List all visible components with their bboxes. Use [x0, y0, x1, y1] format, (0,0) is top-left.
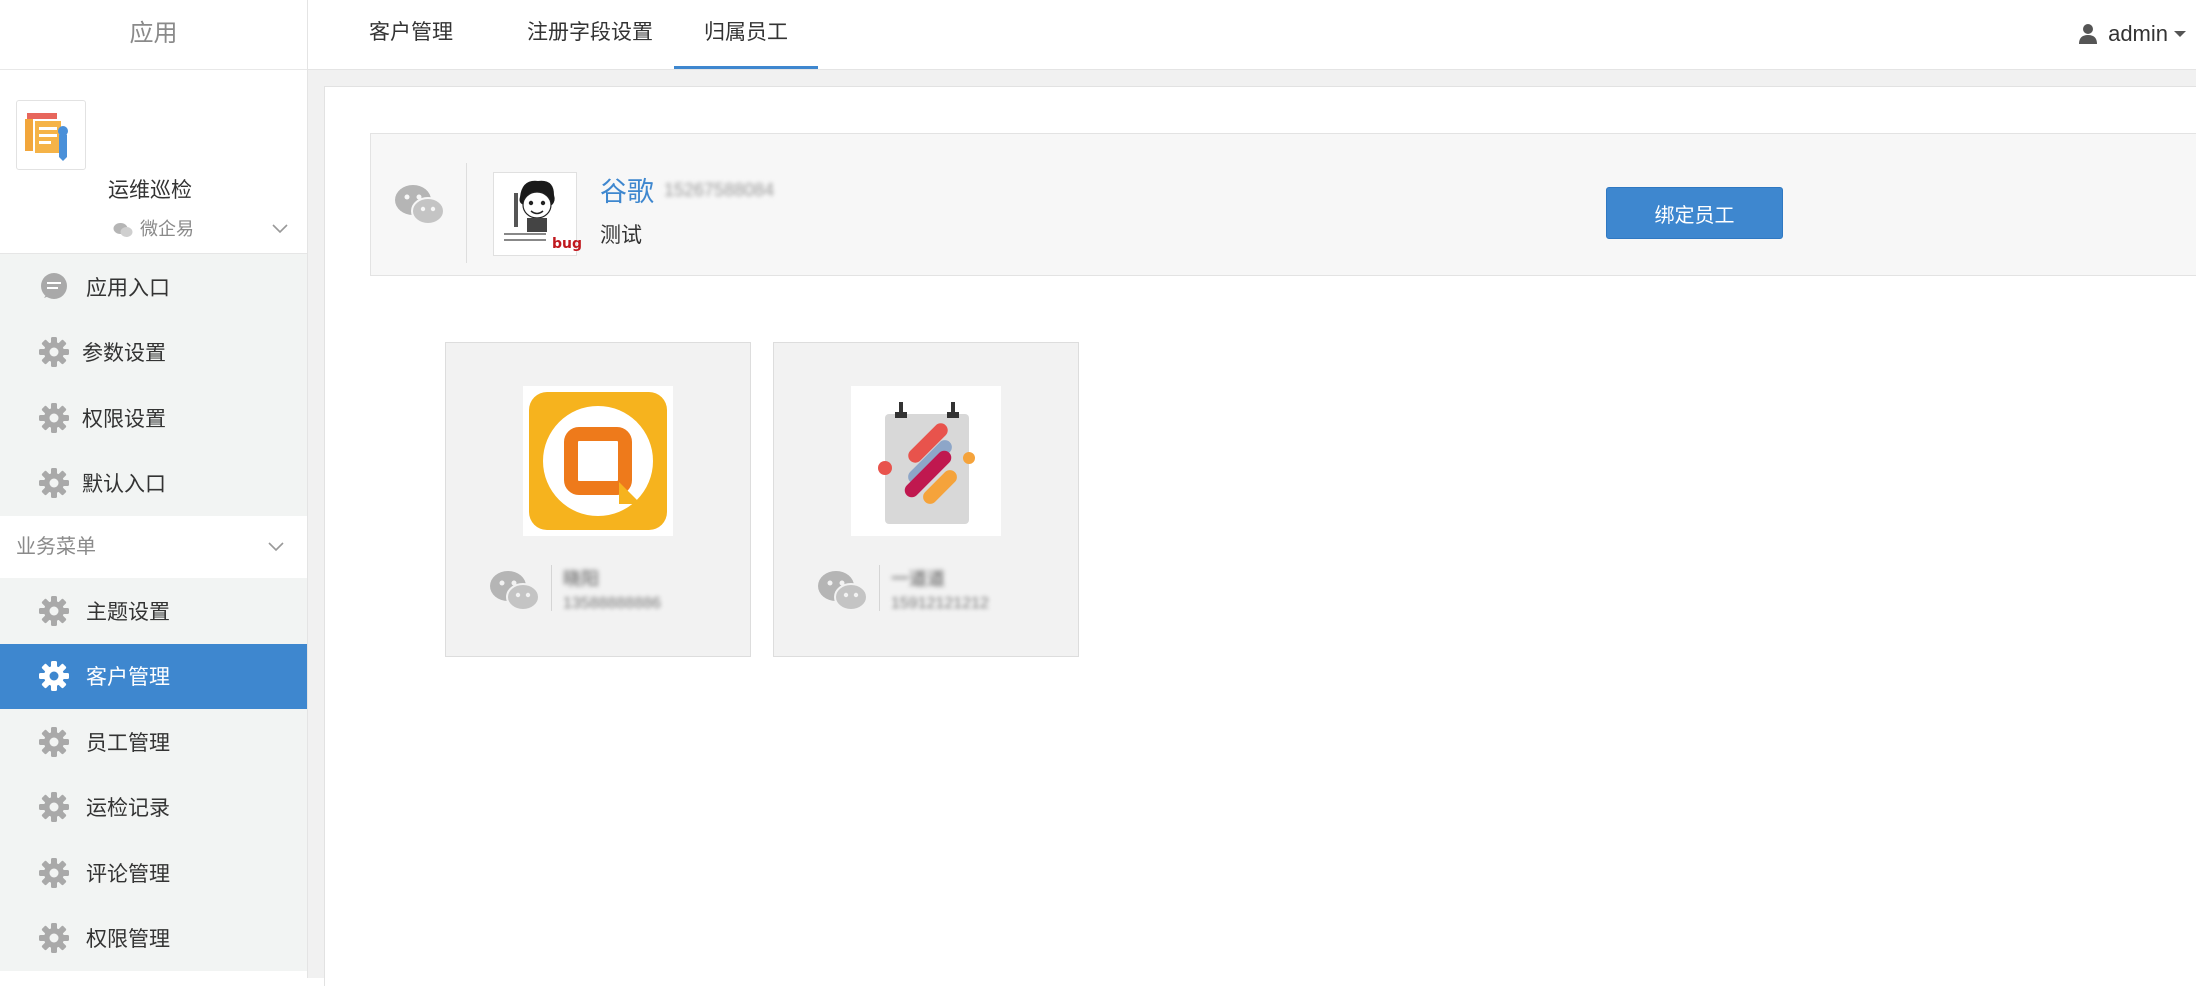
- employee-name: 一道道: [891, 569, 945, 589]
- sidebar-item-theme[interactable]: 主题设置: [0, 578, 307, 644]
- wechat-icon: [395, 185, 445, 225]
- sidebar-item-inspection-records[interactable]: 运检记录: [0, 775, 307, 841]
- sidebar-item-params[interactable]: 参数设置: [0, 320, 307, 386]
- sidebar-item-default-entry[interactable]: 默认入口: [0, 451, 307, 517]
- bind-staff-button[interactable]: 绑定员工: [1606, 187, 1783, 239]
- tab-registration-fields[interactable]: 注册字段设置: [502, 0, 678, 69]
- sidebar-item-label: 权限设置: [82, 407, 166, 431]
- gear-icon: [39, 661, 69, 692]
- customer-name[interactable]: 谷歌: [600, 170, 654, 209]
- avatar-caption: bug: [552, 236, 583, 252]
- gear-icon: [39, 792, 69, 823]
- app-card[interactable]: 运维巡检: [0, 70, 307, 204]
- employee-card[interactable]: 晓阳 13588888886: [445, 342, 751, 657]
- app-name: 运维巡检: [108, 179, 192, 202]
- gear-icon: [39, 923, 69, 954]
- sidebar-item-label: 参数设置: [82, 342, 166, 366]
- business-menu: 主题设置 客户管理 员工管理 运检记录 评论管理 权限管理: [0, 578, 307, 971]
- wechat-menu: 应用入口 参数设置 权限设置 默认入口: [0, 254, 307, 516]
- wechat-icon: [490, 571, 540, 611]
- sidebar: 应用 运维巡检 微企易 应用入口 参数设置 权限设置 默认入口 业务菜单 主题设…: [0, 0, 308, 978]
- chat-bubble-icon: [41, 272, 67, 299]
- gear-icon: [39, 402, 69, 433]
- sidebar-item-label: 客户管理: [86, 666, 170, 690]
- employee-avatar: [523, 386, 673, 536]
- divider: [551, 565, 552, 611]
- customer-phone: 15267588084: [664, 180, 775, 200]
- gear-icon: [39, 857, 69, 888]
- tab-assigned-staff[interactable]: 归属员工: [674, 0, 818, 69]
- sidebar-item-employees[interactable]: 员工管理: [0, 709, 307, 775]
- sidebar-item-label: 默认入口: [82, 473, 166, 497]
- employee-name: 晓阳: [563, 569, 599, 589]
- employee-card[interactable]: 一道道 15912121212: [773, 342, 1079, 657]
- divider: [466, 163, 467, 263]
- chevron-down-icon: [272, 224, 288, 234]
- group-business-label: 业务菜单: [16, 536, 96, 558]
- sidebar-item-label: 应用入口: [86, 276, 170, 300]
- sidebar-item-label: 员工管理: [86, 731, 170, 755]
- group-wechat-header[interactable]: 微企易: [0, 204, 307, 254]
- caret-down-icon: [2174, 31, 2186, 37]
- user-name: admin: [2108, 21, 2168, 46]
- sidebar-title: 应用: [0, 0, 307, 70]
- sidebar-item-customers[interactable]: 客户管理: [0, 643, 307, 709]
- sidebar-item-label: 权限管理: [86, 928, 170, 952]
- user-icon: [2079, 24, 2098, 44]
- top-nav: 客户管理 注册字段设置 归属员工 admin: [308, 0, 2196, 70]
- gear-icon: [39, 726, 69, 757]
- wechat-icon: [113, 223, 133, 238]
- divider: [879, 565, 880, 611]
- user-menu[interactable]: admin: [2078, 0, 2186, 68]
- app-logo-icon: [16, 100, 86, 170]
- employee-phone: 13588888886: [563, 595, 661, 612]
- gear-icon: [39, 468, 69, 499]
- sidebar-item-permissions[interactable]: 权限管理: [0, 906, 307, 972]
- gear-icon: [39, 595, 69, 626]
- sidebar-item-perm-settings[interactable]: 权限设置: [0, 385, 307, 451]
- sidebar-item-comments[interactable]: 评论管理: [0, 840, 307, 906]
- group-wechat-label: 微企易: [140, 219, 194, 239]
- sidebar-item-label: 运检记录: [86, 797, 170, 821]
- group-business-header[interactable]: 业务菜单: [0, 516, 307, 578]
- employee-phone: 15912121212: [891, 595, 989, 612]
- sidebar-item-label: 评论管理: [86, 862, 170, 886]
- sidebar-item-label: 主题设置: [86, 600, 170, 624]
- chevron-down-icon: [268, 542, 284, 552]
- sidebar-item-app-entry[interactable]: 应用入口: [0, 254, 307, 320]
- customer-remark: 测试: [600, 224, 642, 247]
- gear-icon: [39, 337, 69, 368]
- employee-avatar: [851, 386, 1001, 536]
- tab-customer-management[interactable]: 客户管理: [354, 0, 468, 69]
- wechat-icon: [818, 571, 868, 611]
